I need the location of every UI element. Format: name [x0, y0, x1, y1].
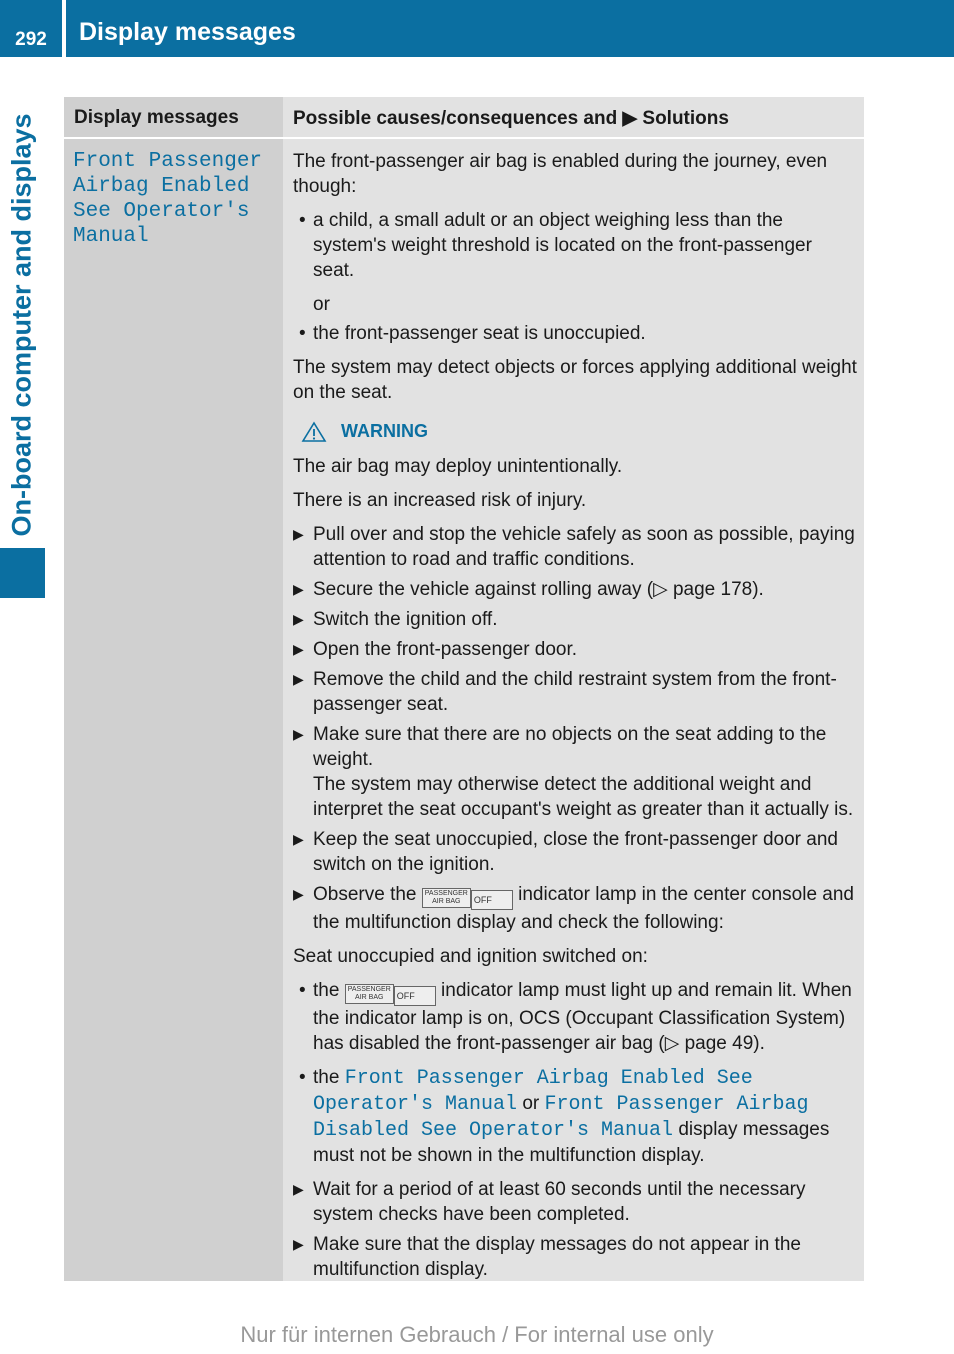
- header-bar: 292 Display messages: [0, 0, 954, 57]
- bullet-text: the: [313, 1067, 340, 1088]
- step-arrow-icon: ▶: [293, 641, 304, 657]
- table-header: Display messages Possible causes/consequ…: [64, 97, 864, 139]
- solution-step: ▶ Wait for a period of at least 60 second…: [293, 1177, 858, 1227]
- intro-text: The front-passenger air bag is enabled d…: [293, 151, 828, 197]
- header-solutions-text: Solutions: [642, 108, 729, 129]
- table-row: Front Passenger Airbag Enabled See Opera…: [64, 139, 864, 1281]
- cause-bullet: the front-passenger seat is unoccupied.: [293, 321, 858, 346]
- step-text: Pull over and stop the vehicle safely as…: [313, 524, 855, 570]
- chapter-label: On-board computer and displays: [6, 113, 37, 537]
- solution-cell: The front-passenger air bag is enabled d…: [283, 139, 864, 1281]
- step-text: Switch the ignition off.: [313, 609, 498, 630]
- solution-step: ▶ Keep the seat unoccupied, close the fro…: [293, 827, 858, 877]
- step-text: Make sure that there are no objects on t…: [313, 724, 827, 770]
- seat-condition-text: Seat unoccupied and ignition switched on…: [293, 946, 648, 967]
- warning-text: The air bag may deploy unintentionally.: [293, 456, 623, 477]
- page-number: 292: [15, 29, 47, 50]
- header-display-messages: Display messages: [64, 97, 283, 137]
- bullet-text: or: [522, 1093, 540, 1114]
- header-causes-text: Possible causes/consequences and: [293, 108, 618, 129]
- bullet-text: the: [313, 980, 340, 1001]
- passenger-airbag-indicator-icon: PASSENGER AIR BAG: [421, 888, 471, 908]
- solution-step: ▶ Open the front-passenger door.: [293, 637, 858, 662]
- step-arrow-icon: ▶: [293, 1236, 304, 1252]
- solution-step: ▶ Observe the PASSENGER AIR BAG OFF indicat…: [293, 882, 858, 935]
- warning-label: WARNING: [341, 421, 428, 441]
- step-text: Observe the: [313, 884, 417, 905]
- step-text: Make sure that the display messages do n…: [313, 1234, 801, 1280]
- step-arrow-icon: ▶: [293, 671, 304, 687]
- solution-arrow-icon: ▶: [622, 108, 638, 129]
- step-note: The system may otherwise detect the addi…: [313, 774, 854, 820]
- step-arrow-icon: ▶: [293, 886, 304, 902]
- step-arrow-icon: ▶: [293, 611, 304, 627]
- detect-text: The system may detect objects or forces …: [293, 357, 857, 403]
- step-text: Keep the seat unoccupied, close the fron…: [313, 829, 838, 875]
- step-arrow-icon: ▶: [293, 726, 304, 742]
- passenger-airbag-indicator-icon: PASSENGER AIR BAG: [344, 984, 394, 1004]
- step-arrow-icon: ▶: [293, 581, 304, 597]
- display-messages-table: Display messages Possible causes/consequ…: [64, 97, 864, 1281]
- step-arrow-icon: ▶: [293, 1181, 304, 1197]
- message-cell: Front Passenger Airbag Enabled See Opera…: [64, 139, 283, 1281]
- or-text: or: [313, 294, 330, 315]
- airbag-off-indicator-icon: OFF: [470, 890, 513, 910]
- solution-step: ▶ Secure the vehicle against rolling away…: [293, 577, 858, 602]
- solution-step: ▶ Remove the child and the child restrain…: [293, 667, 858, 717]
- solution-step: ▶ Pull over and stop the vehicle safely a…: [293, 522, 858, 572]
- step-text: Open the front-passenger door.: [313, 639, 578, 660]
- display-message-text: Front Passenger Airbag Enabled See Opera…: [73, 150, 263, 248]
- warning-text: There is an increased risk of injury.: [293, 490, 587, 511]
- step-text: Remove the child and the child restraint…: [313, 669, 837, 715]
- check-bullet: the PASSENGERAIR BAGOFF indicator lamp m…: [293, 978, 858, 1056]
- section-title: Display messages: [79, 18, 296, 46]
- solution-step: ▶ Make sure that there are no objects on …: [293, 722, 858, 822]
- page-reference-link[interactable]: Secure the vehicle against rolling away …: [313, 579, 764, 600]
- footer-watermark: Nur für internen Gebrauch / For internal…: [240, 1322, 714, 1347]
- solution-step: ▶ Make sure that the display messages do …: [293, 1232, 858, 1282]
- airbag-off-indicator-icon: OFF: [393, 986, 436, 1006]
- chapter-tab: [0, 548, 45, 598]
- step-arrow-icon: ▶: [293, 831, 304, 847]
- check-bullet: the Front Passenger Airbag Enabled See O…: [293, 1065, 858, 1168]
- step-arrow-icon: ▶: [293, 526, 304, 542]
- warning-triangle-icon: [301, 420, 327, 442]
- step-text: Wait for a period of at least 60 seconds…: [313, 1179, 806, 1225]
- header-causes-solutions: Possible causes/consequences and ▶ Solut…: [283, 97, 864, 137]
- solution-step: ▶ Switch the ignition off.: [293, 607, 858, 632]
- warning-heading: WARNING: [301, 419, 858, 444]
- cause-bullet: a child, a small adult or an object weig…: [293, 208, 858, 283]
- header-divider: [62, 0, 66, 57]
